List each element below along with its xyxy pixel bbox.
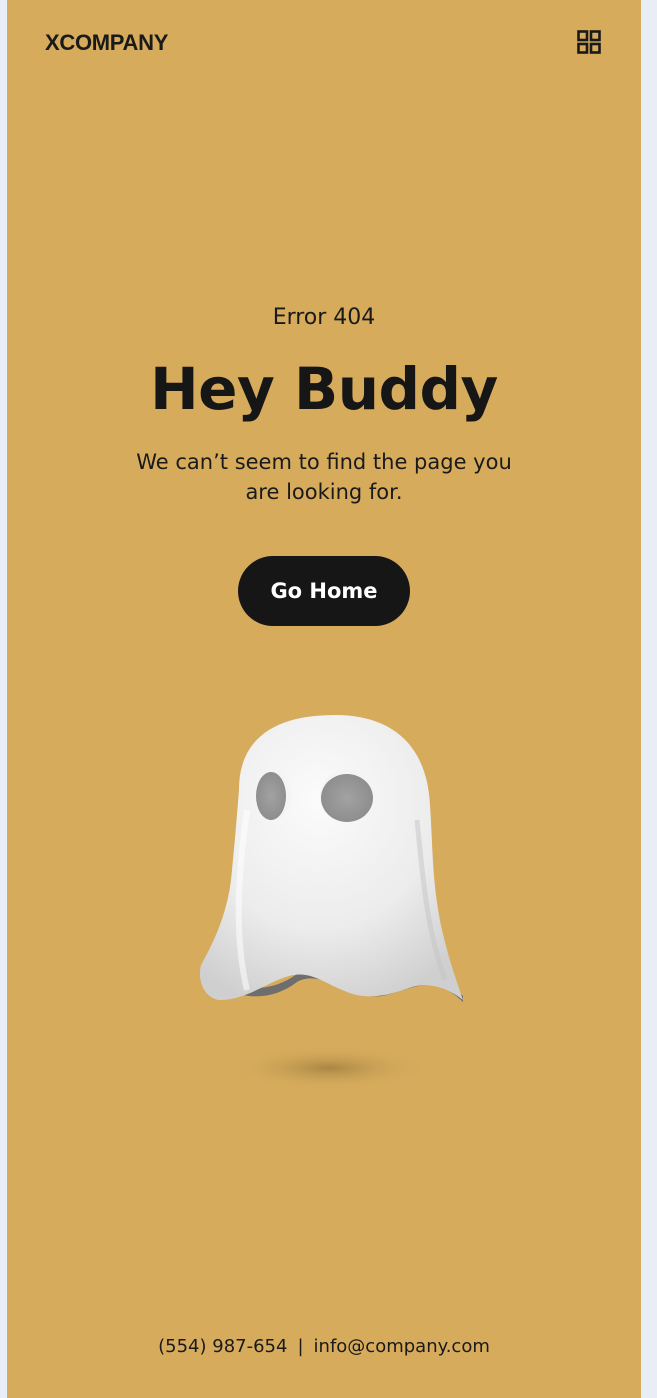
footer-contact: (554) 987-654 | info@company.com: [7, 1336, 641, 1357]
error-message: We can’t seem to find the page you are l…: [136, 450, 512, 504]
page-title: Hey Buddy: [150, 355, 498, 423]
page: XCOMPANY Error 404 Hey Buddy We can’t se…: [7, 0, 641, 1398]
ghost-illustration: [187, 700, 477, 1100]
error-code: Error 404: [272, 305, 376, 330]
footer-email[interactable]: info@company.com: [314, 1336, 490, 1357]
footer-separator: |: [297, 1336, 304, 1357]
footer-phone[interactable]: (554) 987-654: [158, 1336, 287, 1357]
brand-logo[interactable]: XCOMPANY: [45, 30, 168, 56]
go-home-button[interactable]: Go Home: [238, 556, 410, 626]
grid-menu-icon[interactable]: [577, 30, 601, 54]
